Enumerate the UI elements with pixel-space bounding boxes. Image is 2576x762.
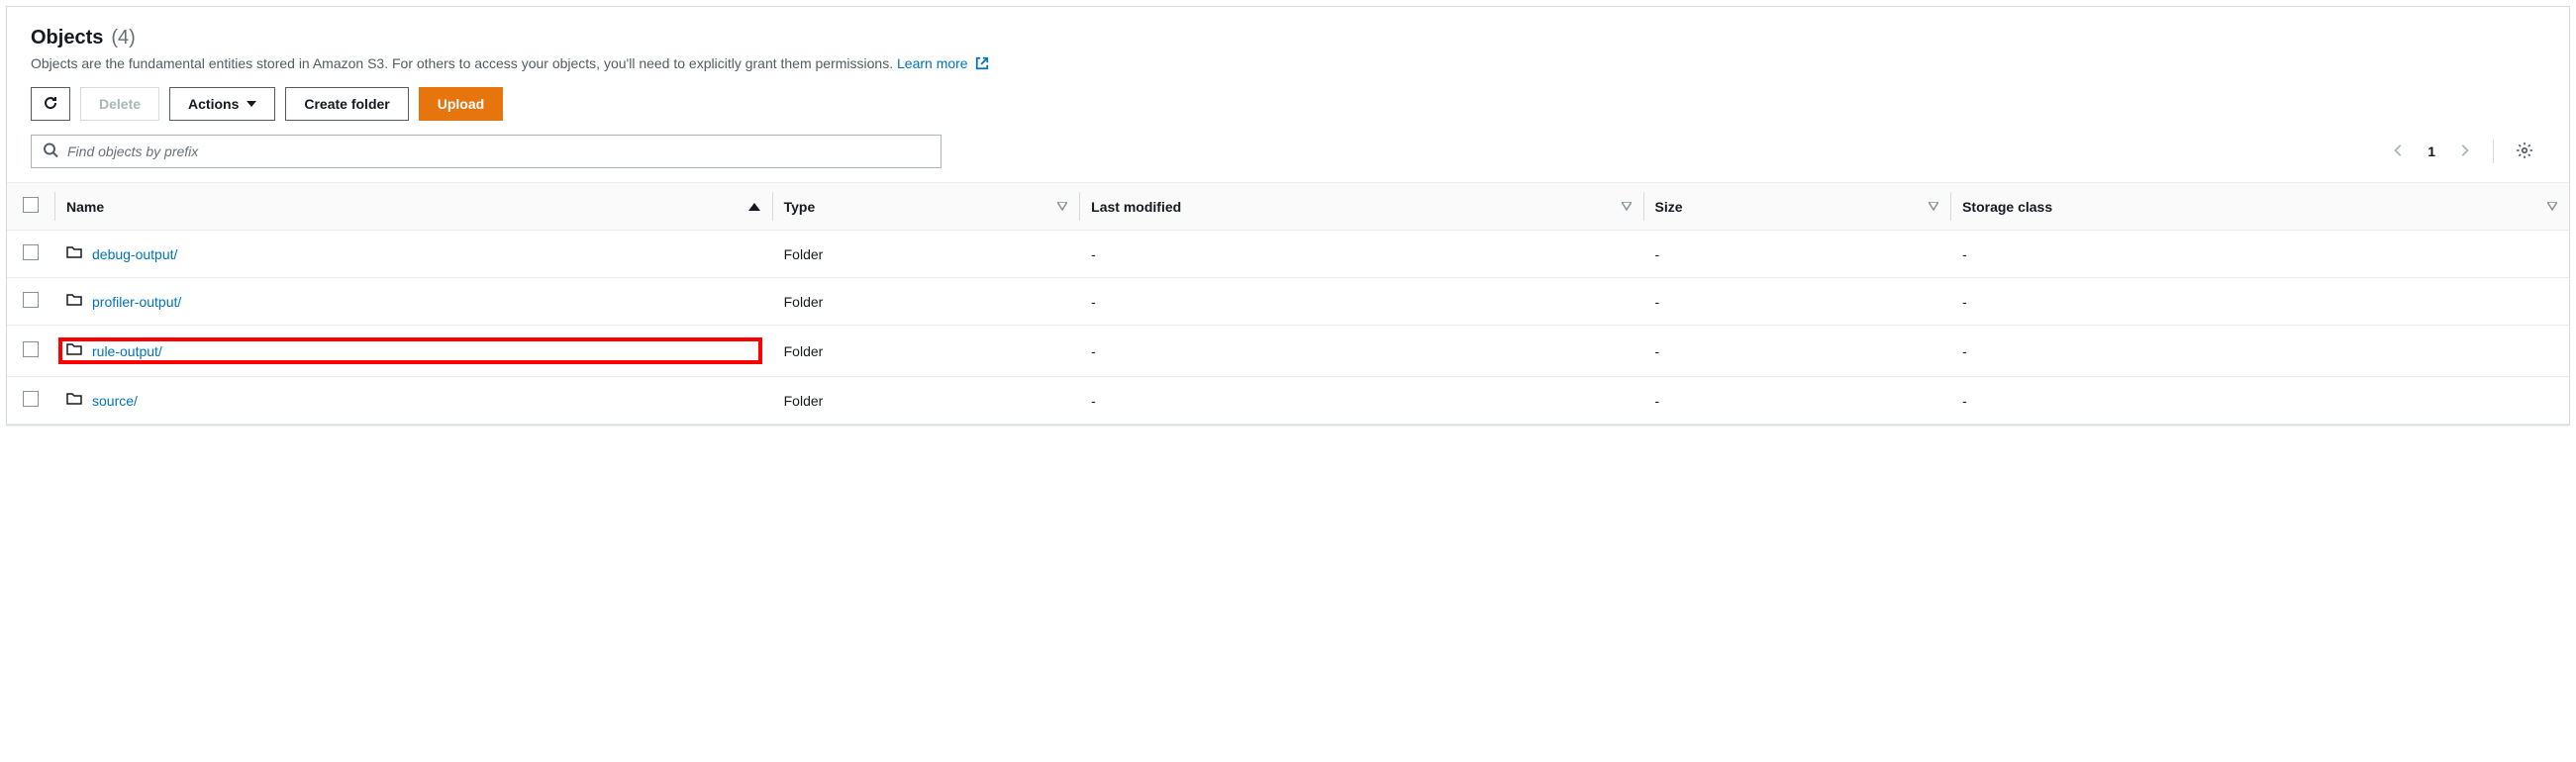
header-block: Objects (4) Objects are the fundamental …	[7, 27, 2569, 182]
size-cell: -	[1643, 377, 1951, 425]
toolbar: Delete Actions Create folder Upload	[31, 87, 2545, 121]
col-storage-header[interactable]: Storage class	[1950, 183, 2569, 231]
name-cell: rule-output/	[60, 339, 760, 362]
row-checkbox[interactable]	[23, 391, 39, 407]
current-page: 1	[2427, 143, 2435, 159]
create-folder-button[interactable]: Create folder	[285, 87, 408, 121]
actions-label: Actions	[188, 96, 239, 112]
delete-button: Delete	[80, 87, 159, 121]
col-type-label: Type	[784, 199, 816, 215]
table-row: debug-output/Folder---	[7, 231, 2569, 278]
col-name-header[interactable]: Name	[54, 183, 772, 231]
select-all-checkbox[interactable]	[23, 197, 39, 213]
folder-icon	[66, 244, 82, 263]
object-link[interactable]: debug-output/	[92, 246, 177, 262]
subtitle-text: Objects are the fundamental entities sto…	[31, 55, 897, 71]
table-row: profiler-output/Folder---	[7, 278, 2569, 326]
divider	[2493, 140, 2494, 163]
name-cell: debug-output/	[66, 244, 760, 263]
storage-cell: -	[1950, 377, 2569, 425]
col-modified-header[interactable]: Last modified	[1079, 183, 1642, 231]
folder-icon	[66, 391, 82, 410]
chevron-left-icon	[2392, 143, 2406, 157]
col-modified-label: Last modified	[1091, 199, 1181, 215]
col-type-header[interactable]: Type	[772, 183, 1080, 231]
search-wrap	[31, 135, 941, 168]
col-size-label: Size	[1655, 199, 1683, 215]
size-cell: -	[1643, 231, 1951, 278]
folder-icon	[66, 341, 82, 360]
chevron-right-icon	[2457, 143, 2471, 157]
caret-down-icon	[247, 101, 256, 107]
objects-table: Name Type Last modified	[7, 182, 2569, 425]
objects-panel: Objects (4) Objects are the fundamental …	[6, 6, 2570, 426]
type-cell: Folder	[772, 278, 1080, 326]
row-checkbox[interactable]	[23, 244, 39, 260]
page-title: Objects	[31, 27, 103, 49]
col-storage-label: Storage class	[1962, 199, 2052, 215]
name-cell: source/	[66, 391, 760, 410]
search-icon	[43, 143, 58, 161]
col-size-header[interactable]: Size	[1643, 183, 1951, 231]
type-cell: Folder	[772, 326, 1080, 377]
modified-cell: -	[1079, 377, 1642, 425]
row-checkbox[interactable]	[23, 341, 39, 357]
object-link[interactable]: profiler-output/	[92, 294, 181, 310]
refresh-icon	[43, 95, 58, 114]
storage-cell: -	[1950, 278, 2569, 326]
sort-none-icon	[1057, 202, 1067, 212]
external-link-icon	[975, 56, 989, 73]
sort-none-icon	[1929, 202, 1938, 212]
table-row: source/Folder---	[7, 377, 2569, 425]
sort-none-icon	[1622, 202, 1632, 212]
select-all-header	[7, 183, 54, 231]
prev-page-button	[2388, 140, 2410, 164]
pagination: 1	[2388, 138, 2545, 166]
object-link[interactable]: rule-output/	[92, 343, 162, 359]
upload-button[interactable]: Upload	[419, 87, 503, 121]
learn-more-text: Learn more	[897, 55, 968, 71]
type-cell: Folder	[772, 377, 1080, 425]
size-cell: -	[1643, 278, 1951, 326]
storage-cell: -	[1950, 326, 2569, 377]
subtitle: Objects are the fundamental entities sto…	[31, 55, 2545, 73]
sort-none-icon	[2547, 202, 2557, 212]
object-link[interactable]: source/	[92, 393, 138, 409]
search-input[interactable]	[31, 135, 941, 168]
modified-cell: -	[1079, 326, 1642, 377]
modified-cell: -	[1079, 231, 1642, 278]
name-cell: profiler-output/	[66, 292, 760, 311]
row-checkbox[interactable]	[23, 292, 39, 308]
object-count: (4)	[111, 27, 135, 49]
sort-asc-icon	[748, 203, 760, 211]
actions-button[interactable]: Actions	[169, 87, 275, 121]
type-cell: Folder	[772, 231, 1080, 278]
storage-cell: -	[1950, 231, 2569, 278]
col-name-label: Name	[66, 199, 104, 215]
folder-icon	[66, 292, 82, 311]
refresh-button[interactable]	[31, 87, 70, 121]
size-cell: -	[1643, 326, 1951, 377]
next-page-button	[2453, 140, 2475, 164]
gear-icon	[2516, 142, 2533, 159]
settings-button[interactable]	[2512, 138, 2537, 166]
modified-cell: -	[1079, 278, 1642, 326]
table-row: rule-output/Folder---	[7, 326, 2569, 377]
learn-more-link[interactable]: Learn more	[897, 55, 989, 71]
filter-row: 1	[31, 135, 2545, 168]
